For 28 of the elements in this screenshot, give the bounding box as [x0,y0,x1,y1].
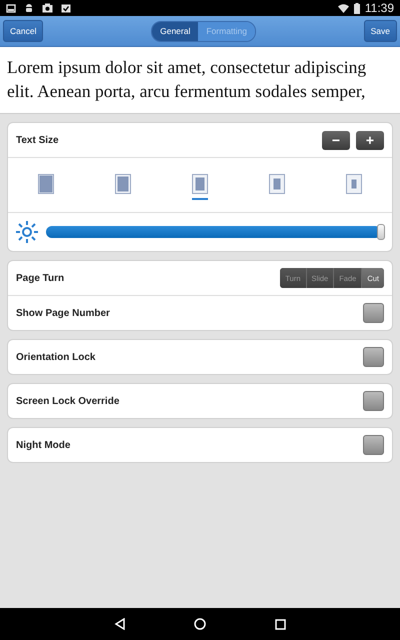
setting-label: Show Page Number [16,308,110,318]
preview-text: Lorem ipsum dolor sit amet, consectetur adipiscing elit. Aenean porta, arcu fermentum sodales semper, [7,56,368,103]
text-size-label: Text Size [16,134,59,146]
recents-icon[interactable] [274,618,286,630]
brightness-slider[interactable] [46,226,384,238]
increase-button[interactable]: + [356,130,384,150]
checkbox[interactable] [363,435,384,455]
home-icon[interactable] [194,618,206,630]
clipboard-icon [61,3,71,13]
clock-time: 11:39 [364,1,394,15]
camera-icon [42,3,53,13]
checkbox[interactable] [363,303,384,323]
cancel-button[interactable]: Cancel [3,20,44,42]
page-turn-label: Page Turn [16,272,64,284]
checkbox[interactable] [363,391,384,411]
decrease-button[interactable]: − [322,130,350,150]
gallery-icon [6,4,16,12]
checkbox[interactable] [363,347,384,367]
back-icon[interactable] [114,618,126,630]
brightness-icon [16,221,38,243]
android-icon [24,3,34,13]
save-button[interactable]: Save [364,20,397,42]
wifi-icon [338,4,349,12]
setting-label: Screen Lock Override [16,396,120,406]
setting-label: Orientation Lock [16,352,96,362]
tab[interactable]: General [152,22,198,40]
setting-label: Night Mode [16,440,70,450]
battery-icon [354,2,360,14]
